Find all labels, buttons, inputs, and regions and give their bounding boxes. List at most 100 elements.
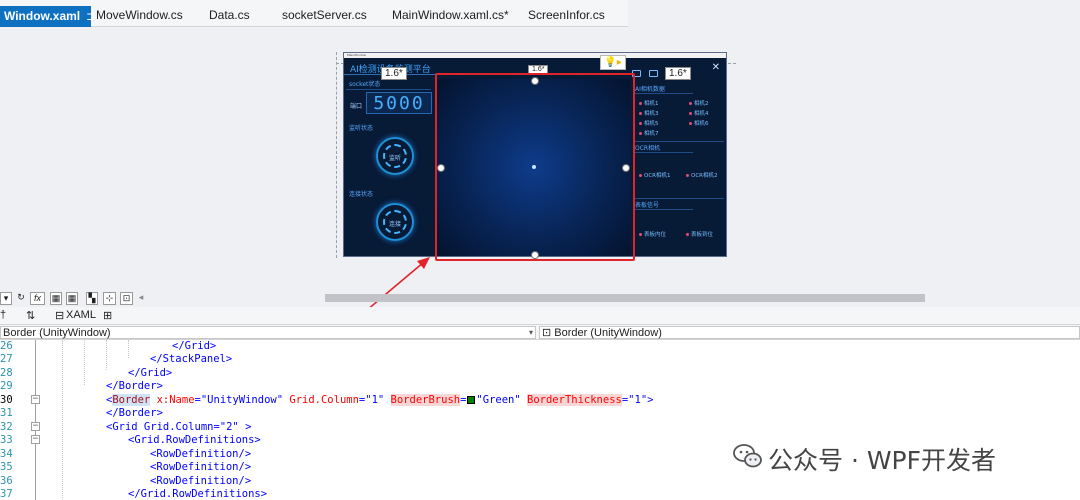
column-width-tag[interactable]: 1.6* xyxy=(665,67,691,80)
code-line: </Grid> xyxy=(172,340,217,352)
line-number: 34 xyxy=(0,448,13,460)
ocr-item: OCR相机1 xyxy=(639,171,671,179)
pin-pane-icon[interactable]: ⊞ xyxy=(103,309,112,322)
resize-handle[interactable] xyxy=(622,164,630,172)
selection-adorner[interactable] xyxy=(435,73,635,261)
element-selector-bar: Border (UnityWindow) ▾ ⊡ Border (UnityWin… xyxy=(0,324,1080,340)
indent-guide xyxy=(62,340,63,500)
dial-label: 监听 xyxy=(388,155,401,162)
tab-movewindow[interactable]: MoveWindow.cs xyxy=(96,4,183,26)
preview-caption: MainWindow xyxy=(344,53,726,58)
grid-icon[interactable]: ▦ xyxy=(50,292,62,305)
camera-section-label: AI相机数据 xyxy=(635,86,665,93)
code-line-selected-border: <Border x:Name="UnityWindow" Grid.Column… xyxy=(106,394,654,406)
status-dot xyxy=(689,112,692,115)
code-line: </Border> xyxy=(106,380,163,392)
camera-item: 相机7 xyxy=(639,129,659,137)
listen-section-label: 监听状态 xyxy=(349,125,374,132)
code-line: <RowDefinition/> xyxy=(150,461,252,473)
code-line: </Grid> xyxy=(128,367,173,379)
user-icon[interactable] xyxy=(649,70,658,77)
section-divider xyxy=(633,198,724,199)
code-line: <Grid.RowDefinitions> xyxy=(128,434,261,446)
resize-handle[interactable] xyxy=(531,77,539,85)
status-dot xyxy=(686,174,689,177)
tab-screeninfor[interactable]: ScreenInfor.cs xyxy=(528,4,605,26)
resize-handle[interactable] xyxy=(437,164,445,172)
socket-section-label: socket状态 xyxy=(349,81,381,88)
zoom-dropdown[interactable]: ▾ xyxy=(0,292,12,305)
line-number: 29 xyxy=(0,380,13,392)
xaml-tab[interactable]: XAML xyxy=(66,309,96,321)
ocr-section-label: OCR相机 xyxy=(635,145,661,152)
tab-label: Window.xaml xyxy=(4,9,81,23)
port-label: 端口 xyxy=(350,103,363,110)
lightbulb-icon[interactable]: 💡▸ xyxy=(600,55,626,70)
connect-dial: 连接 xyxy=(376,203,414,241)
line-number: 27 xyxy=(0,353,13,365)
section-divider xyxy=(346,89,431,90)
section-divider xyxy=(633,209,693,210)
camera-item: 相机2 xyxy=(689,99,709,107)
line-number: 28 xyxy=(0,367,13,379)
line-number: 26 xyxy=(0,340,13,352)
refresh-icon[interactable]: ↻ xyxy=(16,292,26,305)
snap-grid-icon[interactable]: ⊹ xyxy=(103,292,116,305)
tab-data[interactable]: Data.cs xyxy=(209,4,250,26)
artboard-icon[interactable]: ⊡ xyxy=(120,292,133,305)
status-dot xyxy=(639,174,642,177)
code-line: <Grid Grid.Column="2" > xyxy=(106,421,252,433)
code-line: </Grid.RowDefinitions> xyxy=(128,488,268,500)
element-combo[interactable]: Border (UnityWindow) ▾ xyxy=(0,326,536,339)
board-section-label: 表板信号 xyxy=(635,202,660,209)
pin-icon[interactable]: ⊐ xyxy=(86,11,95,23)
code-line: <RowDefinition/> xyxy=(150,448,252,460)
fx-icon[interactable]: fx xyxy=(30,292,45,305)
line-number: 36 xyxy=(0,475,13,487)
app-close-icon[interactable]: ✕ xyxy=(712,62,720,73)
camera-item: 相机3 xyxy=(639,109,659,117)
camera-item: 相机4 xyxy=(689,109,709,117)
designer-horizontal-scrollbar[interactable] xyxy=(325,294,925,302)
section-divider xyxy=(633,93,693,94)
status-dot xyxy=(639,102,642,105)
section-divider xyxy=(633,141,724,142)
ocr-item: OCR相机2 xyxy=(686,171,718,179)
color-swatch xyxy=(467,396,476,404)
xaml-tab-icon[interactable]: ⊟ xyxy=(55,309,64,322)
tab-socketserver[interactable]: socketServer.cs xyxy=(282,4,367,26)
indent-guide xyxy=(128,340,129,358)
listen-dial: 监听 xyxy=(376,137,414,175)
zoom-toolbar: ▾ ↻ fx ▦ ▦ ▚ ⊹ ⊡ ◂ xyxy=(0,292,160,306)
status-dot xyxy=(639,233,642,236)
fold-toggle[interactable]: − xyxy=(31,422,40,431)
fold-toggle[interactable]: − xyxy=(31,395,40,404)
camera-item: 相机1 xyxy=(639,99,659,107)
pane-icon[interactable]: † xyxy=(0,309,6,321)
column-width-tag[interactable]: 1.6* xyxy=(381,67,407,80)
member-combo[interactable]: ⊡ Border (UnityWindow) xyxy=(539,326,1080,339)
tab-mainwindow-xaml-cs[interactable]: MainWindow.xaml.cs* xyxy=(392,4,509,26)
status-dot xyxy=(639,132,642,135)
status-dot xyxy=(639,122,642,125)
fold-toggle[interactable]: − xyxy=(31,435,40,444)
swap-panes-icon[interactable]: ⇅ xyxy=(26,309,35,322)
line-number: 30 xyxy=(0,394,13,406)
port-value: 5000 xyxy=(366,92,432,114)
status-dot xyxy=(689,102,692,105)
tab-window-xaml[interactable]: Window.xaml ⊐ ✕ xyxy=(0,6,111,27)
chevron-down-icon: ▾ xyxy=(528,328,533,337)
right-panel: AI相机数据 相机1 相机2 相机3 相机4 相机5 相机6 相机7 OCR相机… xyxy=(633,79,726,255)
grid-icon[interactable]: ▦ xyxy=(66,292,78,305)
split-bar: † ⇅ ⊟ XAML ⊞ xyxy=(0,307,1080,324)
left-panel: socket状态 端口 5000 监听状态 监听 连接状态 连接 xyxy=(346,79,435,255)
indent-guide xyxy=(84,340,85,385)
code-line: </StackPanel> xyxy=(150,353,233,365)
wechat-icon xyxy=(733,444,762,468)
scroll-left-icon[interactable]: ◂ xyxy=(137,292,145,305)
document-tab-bar: Window.xaml ⊐ ✕ MoveWindow.cs Data.cs sock… xyxy=(0,0,628,27)
snap-icon[interactable]: ▚ xyxy=(86,292,98,305)
resize-handle[interactable] xyxy=(531,251,539,259)
fold-guide xyxy=(35,340,36,500)
line-number: 32 xyxy=(0,421,13,433)
